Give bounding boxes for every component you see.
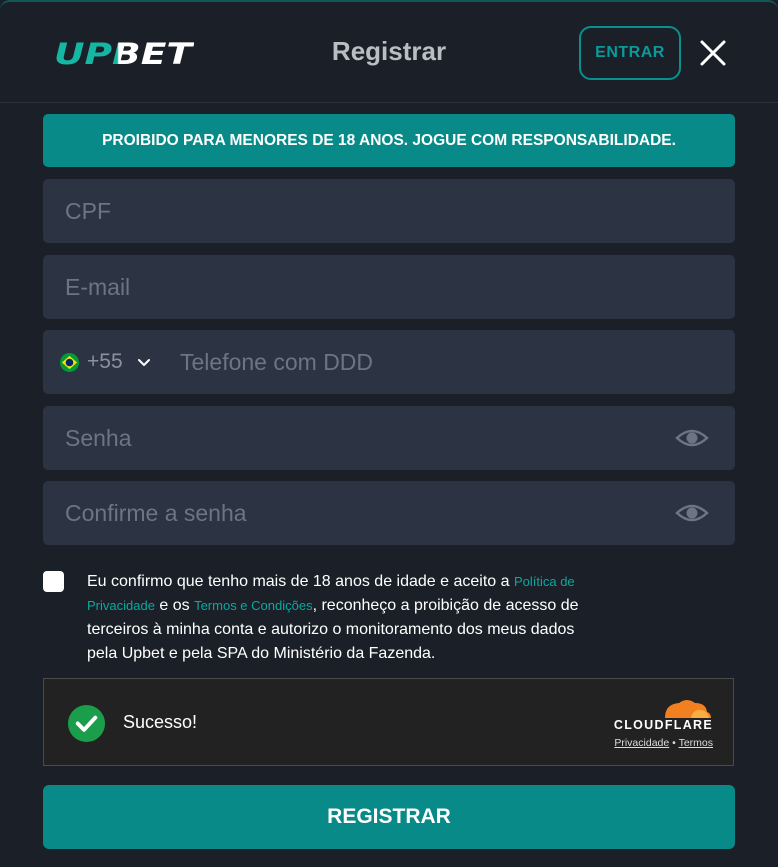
cloudflare-terms-link[interactable]: Termos xyxy=(679,737,713,749)
close-icon[interactable] xyxy=(698,38,728,68)
cpf-field xyxy=(43,179,735,243)
country-code: +55 xyxy=(87,350,123,373)
password-field xyxy=(43,406,735,470)
eye-icon[interactable] xyxy=(675,426,709,450)
register-modal: UPBET Registrar ENTRAR PROIBIDO PARA MEN… xyxy=(0,0,778,867)
confirm-password-input[interactable] xyxy=(43,481,735,545)
password-input[interactable] xyxy=(43,406,735,470)
email-field xyxy=(43,255,735,319)
captcha-status: Sucesso! xyxy=(123,712,198,732)
cloudflare-brand: CLOUDFLARE xyxy=(613,718,713,732)
cpf-input[interactable] xyxy=(43,179,735,243)
cloudflare-privacy-link[interactable]: Privacidade xyxy=(614,737,669,749)
consent-text-part: e os xyxy=(154,597,195,614)
country-code-selector[interactable]: +55 xyxy=(60,330,151,394)
email-input[interactable] xyxy=(43,255,735,319)
modal-header: UPBET Registrar ENTRAR xyxy=(0,2,778,103)
eye-icon[interactable] xyxy=(675,501,709,525)
success-check-icon xyxy=(67,704,106,743)
register-button[interactable]: REGISTRAR xyxy=(43,785,735,849)
login-button[interactable]: ENTRAR xyxy=(579,26,681,80)
consent-text-part: Eu confirmo que tenho mais de 18 anos de… xyxy=(87,573,514,590)
age-warning-banner: PROIBIDO PARA MENORES DE 18 ANOS. JOGUE … xyxy=(43,114,735,167)
confirm-password-field xyxy=(43,481,735,545)
link-separator: • xyxy=(672,737,676,749)
consent-checkbox[interactable] xyxy=(43,571,64,592)
phone-input[interactable] xyxy=(158,330,718,394)
brazil-flag-icon xyxy=(60,352,79,372)
consent-text: Eu confirmo que tenho mais de 18 anos de… xyxy=(87,570,607,666)
age-warning-text: PROIBIDO PARA MENORES DE 18 ANOS. JOGUE … xyxy=(102,131,676,149)
cloudflare-captcha: Sucesso! CLOUDFLARE Privacidade • Termos xyxy=(43,678,734,766)
chevron-down-icon xyxy=(137,359,150,366)
cloudflare-links: Privacidade • Termos xyxy=(614,737,713,749)
phone-field: +55 xyxy=(43,330,735,394)
terms-link[interactable]: Termos e Condições xyxy=(194,598,313,613)
